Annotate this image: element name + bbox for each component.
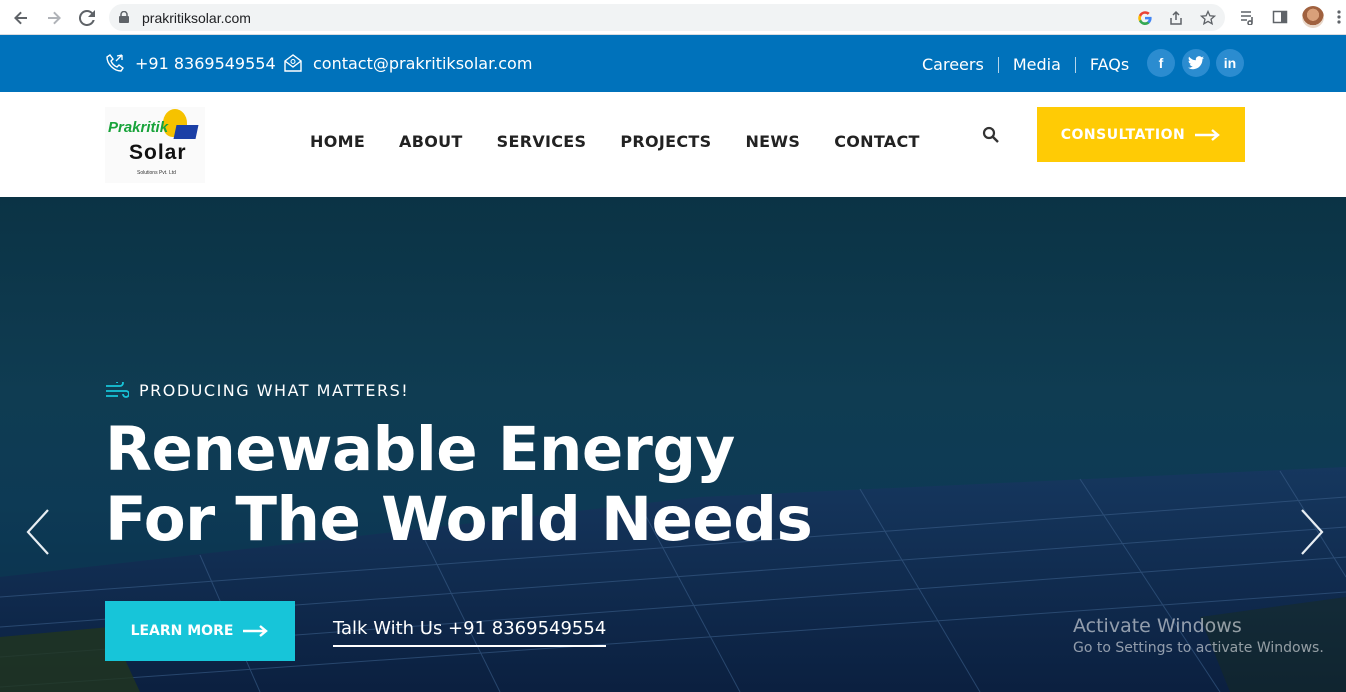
nav-home[interactable]: HOME: [310, 132, 365, 151]
hero-headline: Renewable Energy For The World Needs: [105, 414, 813, 555]
nav-news[interactable]: NEWS: [745, 132, 800, 151]
top-links: Careers Media FAQs: [922, 55, 1129, 74]
link-media[interactable]: Media: [1013, 55, 1061, 74]
nav-services[interactable]: SERVICES: [497, 132, 587, 151]
linkedin-icon[interactable]: in: [1216, 49, 1244, 77]
back-icon[interactable]: [9, 6, 33, 30]
more-icon[interactable]: [1333, 6, 1345, 28]
nav-projects[interactable]: PROJECTS: [620, 132, 711, 151]
search-icon[interactable]: [982, 126, 1000, 144]
watermark-line2: Go to Settings to activate Windows.: [1073, 640, 1324, 656]
url-text: prakritiksolar.com: [142, 10, 251, 26]
star-icon[interactable]: [1199, 9, 1217, 27]
share-icon[interactable]: [1167, 9, 1185, 27]
phone-contact[interactable]: +91 8369549554: [105, 53, 276, 73]
hero-slider: PRODUCING WHAT MATTERS! Renewable Energy…: [0, 197, 1346, 692]
nav-contact[interactable]: CONTACT: [834, 132, 920, 151]
talk-with-us-link[interactable]: Talk With Us +91 8369549554: [333, 618, 607, 647]
headline-line1: Renewable Energy: [105, 414, 735, 485]
divider: [1074, 56, 1076, 73]
phone-icon: [106, 54, 124, 72]
nav-about[interactable]: ABOUT: [399, 132, 463, 151]
browser-toolbar: prakritiksolar.com: [0, 0, 1346, 35]
watermark-line1: Activate Windows: [1073, 615, 1242, 637]
facebook-icon[interactable]: f: [1147, 49, 1175, 77]
hero-eyebrow: PRODUCING WHAT MATTERS!: [105, 381, 409, 400]
reading-list-icon[interactable]: [1237, 6, 1259, 28]
arrow-right-icon: [1195, 128, 1221, 141]
forward-icon[interactable]: [42, 6, 66, 30]
twitter-icon[interactable]: [1182, 49, 1210, 77]
divider: [997, 56, 999, 73]
email-address: contact@prakritiksolar.com: [313, 53, 533, 73]
email-contact[interactable]: contact@prakritiksolar.com: [283, 53, 532, 73]
arrow-right-icon: [243, 625, 269, 637]
lock-icon: [119, 11, 129, 23]
site-logo[interactable]: Prakritik Solar Solutions Pvt. Ltd: [105, 107, 205, 183]
email-icon: [284, 54, 302, 72]
eyebrow-text: PRODUCING WHAT MATTERS!: [139, 381, 410, 400]
link-faqs[interactable]: FAQs: [1090, 55, 1129, 74]
slider-prev-icon[interactable]: [24, 507, 54, 557]
logo-line2: Solar: [129, 141, 187, 164]
slider-next-icon[interactable]: [1296, 507, 1326, 557]
windows-activation-watermark: Activate Windows Go to Settings to activ…: [1073, 615, 1324, 656]
site-header: Prakritik Solar Solutions Pvt. Ltd HOME …: [0, 92, 1346, 197]
learn-more-button[interactable]: LEARN MORE: [105, 601, 295, 661]
address-bar[interactable]: prakritiksolar.com: [109, 4, 1225, 31]
wind-icon: [106, 381, 129, 398]
solar-panel-graphic: [173, 125, 199, 139]
avatar[interactable]: [1302, 6, 1324, 28]
learn-more-label: LEARN MORE: [130, 623, 234, 639]
consultation-label: CONSULTATION: [1060, 126, 1186, 143]
top-info-bar: +91 8369549554 contact@prakritiksolar.co…: [0, 35, 1346, 92]
logo-line3: Solutions Pvt. Ltd: [137, 170, 176, 176]
phone-number: +91 8369549554: [135, 53, 276, 73]
consultation-button[interactable]: CONSULTATION: [1037, 107, 1245, 162]
reload-icon[interactable]: [75, 6, 99, 30]
logo-line1: Prakritik: [108, 119, 169, 136]
main-nav: HOME ABOUT SERVICES PROJECTS NEWS CONTAC…: [310, 132, 920, 151]
link-careers[interactable]: Careers: [922, 55, 984, 74]
google-icon[interactable]: [1136, 9, 1154, 27]
side-panel-icon[interactable]: [1269, 6, 1291, 28]
headline-line2: For The World Needs: [105, 484, 813, 555]
